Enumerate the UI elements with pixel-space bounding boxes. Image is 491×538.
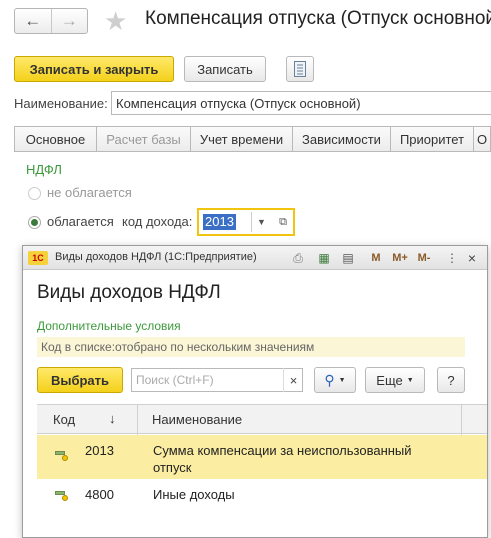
extra-conditions-link[interactable]: Дополнительные условия: [37, 319, 181, 333]
favorite-star-icon[interactable]: ★: [104, 6, 127, 36]
tab-time-accounting[interactable]: Учет времени: [190, 126, 293, 151]
tab-main[interactable]: Основное: [14, 126, 97, 151]
select-button[interactable]: Выбрать: [37, 367, 123, 393]
income-code-dropdown-button[interactable]: ▼: [251, 212, 271, 232]
search-options-button[interactable]: ⚲ ▼: [314, 367, 356, 393]
row-code: 4800: [85, 487, 114, 502]
search-icon: ⚲: [324, 371, 335, 388]
more-button[interactable]: Еще ▼: [365, 367, 425, 393]
column-divider: [461, 405, 462, 435]
calendar-icon[interactable]: ▤: [339, 249, 357, 267]
table-row[interactable]: 2013 Сумма компенсации за неиспользованн…: [37, 435, 487, 479]
chevron-down-icon: ▼: [406, 376, 414, 384]
form-title: Компенсация отпуска (Отпуск основной): [145, 8, 491, 29]
income-code-input[interactable]: 2013: [203, 214, 236, 230]
dialog-titlebar: 1С Виды доходов НДФЛ (1С:Предприятие) ⎙ …: [23, 246, 487, 270]
document-icon: [294, 61, 306, 77]
document-button[interactable]: [286, 56, 314, 82]
dialog-window-title: Виды доходов НДФЛ (1С:Предприятие): [55, 251, 257, 263]
income-code-open-button[interactable]: ⧉: [273, 212, 293, 232]
back-button[interactable]: ←: [15, 9, 51, 33]
tab-base-calculation[interactable]: Расчет базы: [96, 126, 191, 151]
open-form-icon: ⧉: [279, 215, 287, 228]
memory-m-button[interactable]: M: [367, 249, 385, 267]
spreadsheet-icon[interactable]: ▦: [315, 249, 333, 267]
memory-minus-button[interactable]: M-: [413, 249, 435, 267]
tab-bar: Основное Расчет базы Учет времени Зависи…: [14, 126, 491, 152]
sort-arrow-icon: ↓: [109, 411, 116, 426]
close-icon[interactable]: ×: [463, 249, 481, 267]
clear-search-button[interactable]: ×: [283, 368, 303, 392]
radio-taxed-label: облагается: [47, 214, 114, 229]
app-logo-icon: 1С: [28, 251, 48, 265]
row-name-line2: отпуск: [153, 460, 192, 475]
ndfl-group-title: НДФЛ: [26, 162, 62, 177]
filter-info-bar: Код в списке:отобрано по нескольким знач…: [37, 337, 465, 357]
income-code-field: 2013 ▼ ⧉: [197, 208, 295, 236]
save-button[interactable]: Записать: [184, 56, 266, 82]
name-label: Наименование:: [14, 96, 108, 111]
chevron-down-icon: ▼: [338, 376, 346, 384]
column-code[interactable]: Код: [53, 412, 75, 427]
chevron-down-icon: ▼: [257, 217, 266, 227]
column-name[interactable]: Наименование: [152, 412, 242, 427]
nav-buttons: ← →: [14, 8, 88, 34]
tab-priority[interactable]: Приоритет: [390, 126, 474, 151]
search-input[interactable]: Поиск (Ctrl+F): [131, 368, 303, 392]
row-name-line1: Сумма компенсации за неиспользованный: [153, 443, 412, 458]
table-row[interactable]: 4800 Иные доходы: [37, 482, 487, 508]
income-type-icon: [55, 450, 69, 461]
more-button-label: Еще: [376, 372, 403, 388]
more-vertical-icon[interactable]: ⋮: [443, 249, 461, 267]
arrow-left-icon: ←: [24, 11, 42, 30]
row-name-line1: Иные доходы: [153, 487, 235, 502]
table-header: Код ↓ Наименование: [37, 404, 487, 435]
help-button[interactable]: ?: [437, 367, 465, 393]
memory-plus-button[interactable]: M+: [389, 249, 411, 267]
tab-more[interactable]: О: [473, 126, 491, 151]
radio-not-taxed[interactable]: [28, 187, 41, 200]
radio-taxed[interactable]: [28, 216, 41, 229]
radio-not-taxed-label: не облагается: [47, 185, 132, 200]
row-code: 2013: [85, 443, 114, 458]
print-icon[interactable]: ⎙: [289, 249, 307, 267]
income-code-label: код дохода:: [122, 214, 193, 229]
dialog-heading: Виды доходов НДФЛ: [37, 282, 221, 303]
tab-dependencies[interactable]: Зависимости: [292, 126, 391, 151]
save-and-close-button[interactable]: Записать и закрыть: [14, 56, 174, 82]
name-field[interactable]: Компенсация отпуска (Отпуск основной): [111, 91, 491, 115]
forward-button[interactable]: →: [50, 9, 88, 33]
income-type-icon: [55, 490, 69, 501]
column-divider: [137, 405, 138, 435]
arrow-right-icon: →: [60, 11, 78, 30]
ndfl-income-types-dialog: 1С Виды доходов НДФЛ (1С:Предприятие) ⎙ …: [22, 245, 488, 538]
